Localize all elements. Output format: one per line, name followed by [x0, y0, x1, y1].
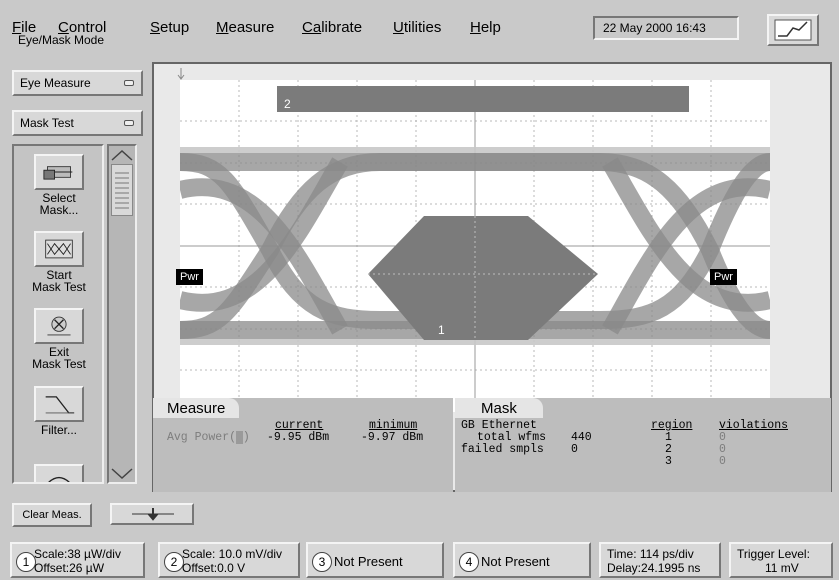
down-arrow-icon: [132, 508, 174, 521]
mask-tab[interactable]: Mask: [455, 398, 543, 418]
channel-2-offset: Offset:0.0 V: [182, 561, 246, 575]
channel-3-state: Not Present: [334, 554, 403, 569]
top-marker-icon: [177, 68, 185, 80]
next-function-icon: [34, 464, 84, 482]
filter-icon: [34, 386, 84, 422]
mask-region-2-label: 2: [284, 97, 291, 111]
trigger-status[interactable]: Trigger Level: 11 mV: [729, 542, 833, 578]
failed-smpls-label: failed smpls: [461, 443, 544, 456]
menu-calibrate-label: librate: [321, 19, 363, 36]
trigger-level-label: Trigger Level:: [737, 547, 810, 561]
avg-power-minimum-value: -9.97 dBm: [361, 431, 424, 444]
dropdown-indicator-icon: [124, 120, 134, 126]
failed-smpls-value: 0: [571, 443, 578, 456]
power-marker-left[interactable]: Pwr: [176, 269, 203, 285]
mask-test-select[interactable]: Mask Test: [12, 110, 143, 136]
scroll-thumb[interactable]: [111, 164, 133, 216]
select-mask-softkey[interactable]: Select Mask...: [20, 154, 98, 216]
time-delay: Delay:24.1995 ns: [607, 561, 701, 575]
menu-setup-label: etup: [160, 19, 190, 36]
menu-help[interactable]: Help: [470, 19, 501, 36]
channel-4-status[interactable]: 4 Not Present: [453, 542, 591, 578]
start-mask-test-icon: [34, 231, 84, 267]
channel-3-status[interactable]: 3 Not Present: [306, 542, 444, 578]
start-mask-test-sublabel: Mask Test: [32, 280, 86, 294]
menu-help-label: elp: [480, 19, 501, 36]
menu-measure-label: easure: [228, 19, 275, 36]
mask-region-1-label: 1: [438, 323, 445, 337]
violations-value: 0: [719, 455, 726, 468]
exit-mask-test-icon: [34, 308, 84, 344]
mask-test-label: Mask Test: [20, 116, 74, 130]
instrument-logo-button[interactable]: [767, 14, 819, 46]
channel-1-offset: Offset:26 µW: [34, 561, 105, 575]
menu-utilities[interactable]: Utilities: [393, 19, 441, 36]
channel-4-number: 4: [459, 552, 479, 572]
channel-2-scale: Scale: 10.0 mV/div: [182, 547, 283, 561]
menu-bar: File Control Setup Measure Calibrate Uti…: [0, 0, 839, 47]
trigger-level-value: 11 mV: [765, 561, 799, 575]
channel-2-status[interactable]: 2 Scale: 10.0 mV/div Offset:0.0 V: [158, 542, 300, 578]
menu-utilities-mnemonic: U: [393, 19, 404, 36]
channel-4-state: Not Present: [481, 554, 550, 569]
avg-power-channel: 1: [236, 431, 243, 444]
clear-meas-button[interactable]: Clear Meas.: [12, 503, 92, 527]
exit-mask-test-sublabel: Mask Test: [32, 357, 86, 371]
eye-measure-label: Eye Measure: [20, 76, 91, 90]
time-scale: Time: 114 ps/div: [607, 547, 694, 561]
menu-setup[interactable]: Setup: [150, 19, 189, 36]
channel-2-number: 2: [164, 552, 184, 572]
menu-calibrate-mnemonic: Ca: [302, 19, 322, 36]
filter-label: Filter...: [40, 423, 77, 437]
violations-header: violations: [719, 419, 789, 432]
avg-power-label: Avg Power(: [167, 431, 237, 444]
waveform-logo-icon: [774, 19, 812, 41]
select-mask-sublabel: Mask...: [39, 203, 79, 217]
date-time-readout: 22 May 2000 16:43: [593, 16, 739, 40]
softkey-scrollbar[interactable]: [107, 144, 137, 484]
avg-power-row: Avg Power(1): [167, 431, 250, 444]
scroll-grip-icon: [115, 172, 129, 209]
avg-power-close: ): [242, 431, 250, 444]
avg-power-current-value: -9.95 dBm: [267, 431, 330, 444]
channel-1-scale: Scale:38 µW/div: [34, 547, 121, 561]
next-softkey[interactable]: [20, 464, 98, 482]
mask-region-2: [277, 86, 689, 112]
channel-1-status[interactable]: 1 Scale:38 µW/div Offset:26 µW: [10, 542, 145, 578]
softkey-panel: Select Mask... Start Mask Test Exit Mask…: [12, 144, 104, 484]
menu-setup-mnemonic: S: [150, 19, 161, 36]
menu-calibrate[interactable]: Calibrate: [302, 19, 362, 36]
exit-mask-test-softkey[interactable]: Exit Mask Test: [20, 308, 98, 370]
menu-help-mnemonic: H: [470, 19, 481, 36]
eye-diagram-graticule: 2 1: [180, 80, 770, 412]
select-mask-icon: [34, 154, 84, 190]
start-mask-test-softkey[interactable]: Start Mask Test: [20, 231, 98, 293]
collapse-panel-button[interactable]: [110, 503, 194, 525]
mode-label: Eye/Mask Mode: [18, 33, 105, 47]
scroll-down-icon[interactable]: [109, 466, 135, 480]
power-marker-right[interactable]: Pwr: [710, 269, 737, 285]
mask-panel: Mask GB Ethernet total wfms 440 failed s…: [455, 398, 831, 492]
eye-measure-select[interactable]: Eye Measure: [12, 70, 143, 96]
menu-utilities-label: tilities: [403, 19, 442, 36]
menu-measure-mnemonic: M: [216, 19, 229, 36]
scroll-up-icon[interactable]: [109, 148, 135, 162]
region-value: 3: [665, 455, 672, 468]
filter-softkey[interactable]: Filter...: [20, 386, 98, 436]
channel-3-number: 3: [312, 552, 332, 572]
menu-measure[interactable]: Measure: [216, 19, 274, 36]
measure-panel: Measure current minimum Avg Power(1) -9.…: [153, 398, 453, 492]
dropdown-indicator-icon: [124, 80, 134, 86]
measure-tab[interactable]: Measure: [153, 398, 240, 418]
channel-1-number: 1: [16, 552, 36, 572]
timebase-status[interactable]: Time: 114 ps/div Delay:24.1995 ns: [599, 542, 721, 578]
